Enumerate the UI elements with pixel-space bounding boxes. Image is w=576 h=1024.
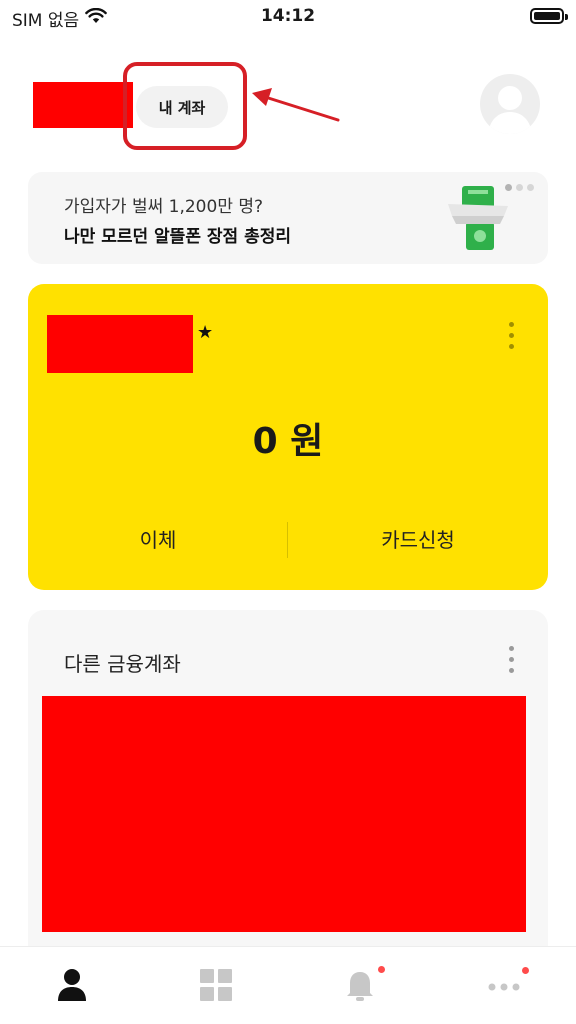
star-icon: ★ xyxy=(197,322,214,343)
banner-title: 나만 모르던 알뜰폰 장점 총정리 xyxy=(64,227,291,247)
account-balance: 0 원 xyxy=(252,421,324,462)
banner-subtitle: 가입자가 벌써 1,200만 명? xyxy=(64,197,264,217)
tab-more[interactable] xyxy=(484,965,529,1005)
tab-my-accounts[interactable] xyxy=(52,965,92,1005)
redacted-account-name xyxy=(47,315,193,373)
hourglass-money-icon xyxy=(448,186,508,250)
profile-avatar[interactable] xyxy=(480,74,540,134)
redacted-name xyxy=(33,82,133,128)
status-bar: SIM 없음 14:12 xyxy=(0,0,576,34)
page-dot xyxy=(505,184,512,191)
more-icon xyxy=(488,983,520,991)
person-avatar-icon xyxy=(488,86,532,134)
status-time: 14:12 xyxy=(260,6,316,26)
annotation-arrow-icon xyxy=(252,88,340,122)
card-apply-button[interactable]: 카드신청 xyxy=(288,524,548,553)
tab-notifications[interactable] xyxy=(340,965,385,1005)
page-dot xyxy=(527,184,534,191)
more-vertical-icon[interactable] xyxy=(509,646,515,673)
notification-badge xyxy=(522,967,529,974)
banner-page-dots xyxy=(505,184,534,191)
redacted-accounts-list xyxy=(42,696,526,932)
more-vertical-icon[interactable] xyxy=(509,322,515,349)
promo-banner[interactable]: 가입자가 벌써 1,200만 명? 나만 모르던 알뜰폰 장점 총정리 xyxy=(28,172,548,264)
grid-icon xyxy=(200,969,232,1001)
bell-icon xyxy=(347,972,373,1001)
person-icon xyxy=(58,969,86,1001)
transfer-button[interactable]: 이체 xyxy=(28,524,288,553)
page-dot xyxy=(516,184,523,191)
battery-icon xyxy=(530,8,568,24)
bottom-tab-bar xyxy=(0,946,576,1024)
other-accounts-title: 다른 금융계좌 xyxy=(64,652,181,676)
other-accounts-card: 다른 금융계좌 xyxy=(28,610,548,970)
main-account-card[interactable]: ★ 0 원 이체 카드신청 xyxy=(28,284,548,590)
notification-badge xyxy=(378,966,385,973)
tab-menu-grid[interactable] xyxy=(196,965,236,1005)
annotation-highlight-box xyxy=(123,62,247,150)
